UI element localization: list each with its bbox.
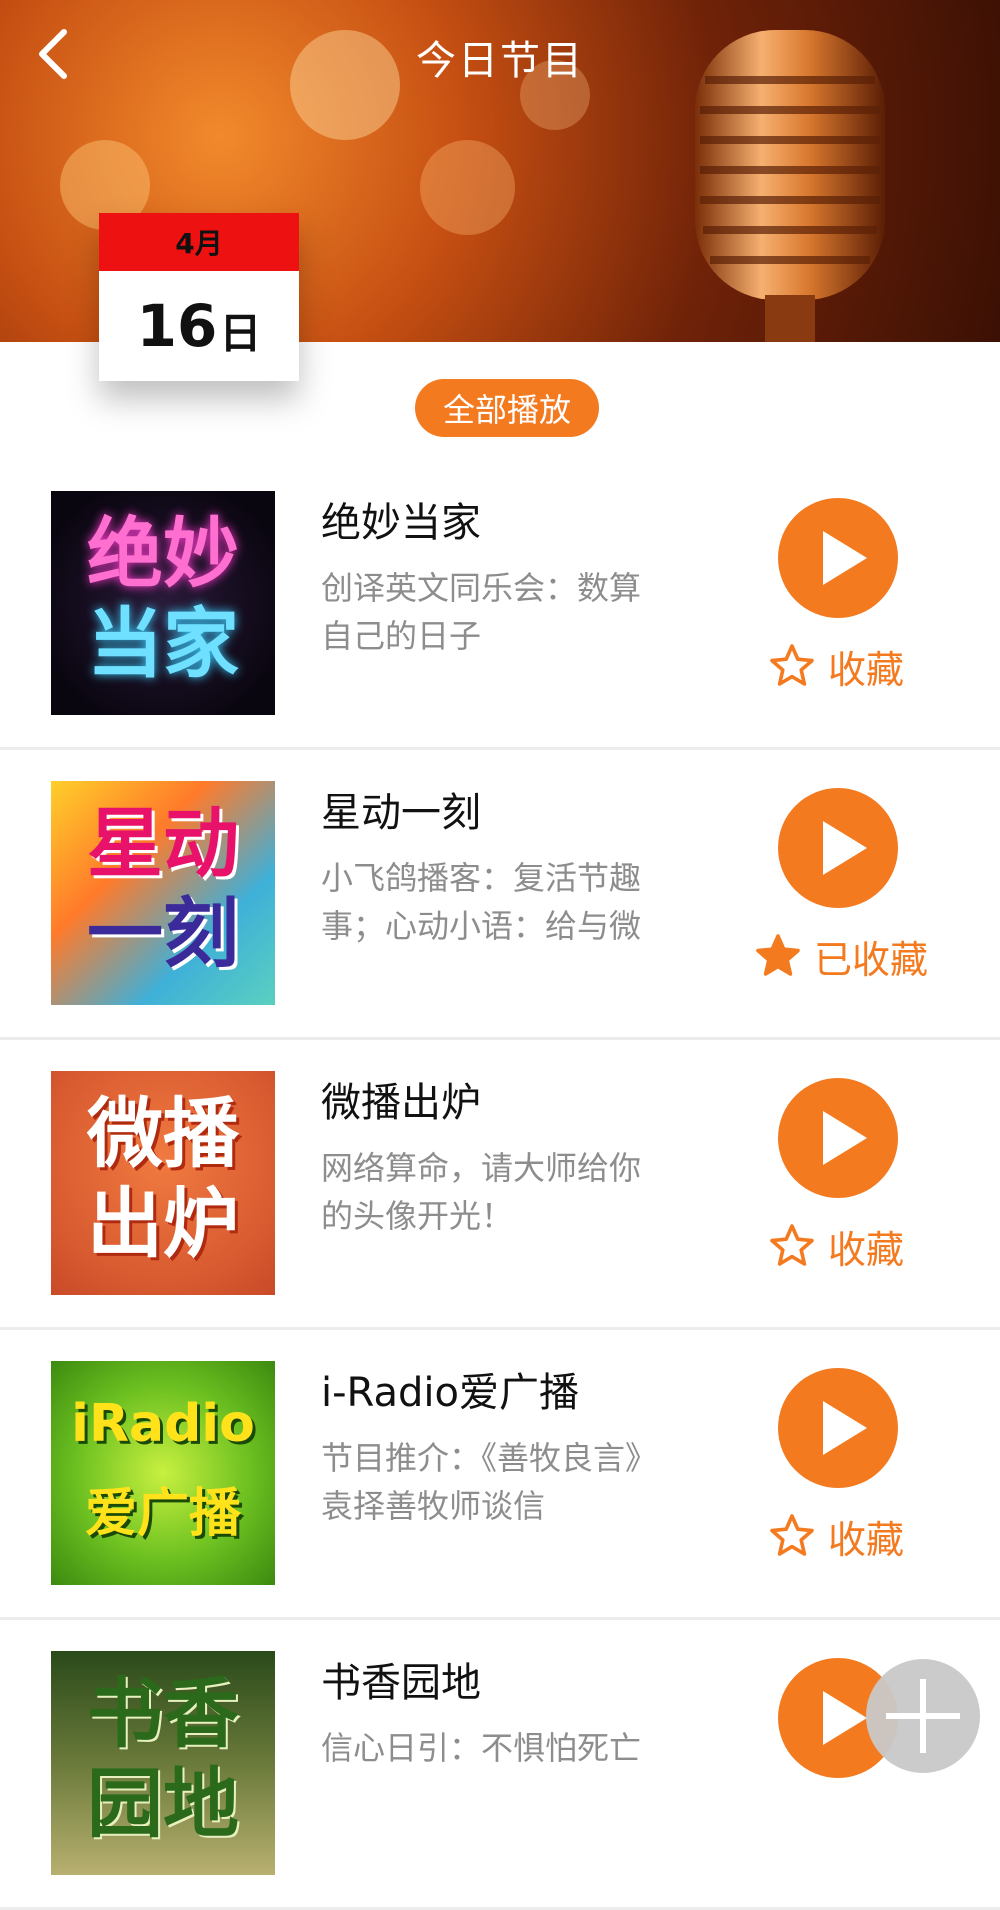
favorite-label: 已收藏	[814, 937, 929, 982]
thumbnail-text: iRadio	[71, 1394, 255, 1454]
program-description: 小飞鸽播客：复活节趣事；心动小语：给与微	[321, 859, 642, 945]
play-icon	[823, 531, 867, 585]
thumbnail-text: 微播	[87, 1089, 239, 1178]
thumbnail-text: 爱广播	[84, 1484, 241, 1544]
add-fab-button[interactable]	[866, 1659, 980, 1773]
star-outline-icon	[770, 644, 814, 686]
favorite-button[interactable]: 收藏	[768, 1510, 904, 1562]
program-description: 网络算命，请大师给你的头像开光！	[321, 1149, 642, 1235]
program-title: i-Radio爱广播	[321, 1370, 579, 1416]
program-item[interactable]: 微播 出炉 微播出炉 网络算命，请大师给你的头像开光！ 收藏	[0, 1040, 1000, 1330]
program-title: 星动一刻	[321, 790, 481, 836]
program-item[interactable]: iRadio 爱广播 i-Radio爱广播 节目推介：《善牧良言》袁择善牧师谈信…	[0, 1330, 1000, 1620]
thumbnail-text: 绝妙	[87, 509, 239, 598]
favorite-label: 收藏	[828, 1227, 905, 1272]
play-button[interactable]	[778, 788, 898, 908]
program-thumbnail: 微播 出炉	[51, 1071, 275, 1295]
program-thumbnail: 绝妙 当家	[51, 491, 275, 715]
program-item[interactable]: 星动 一刻 星动一刻 小飞鸽播客：复活节趣事；心动小语：给与微 已收藏	[0, 750, 1000, 1040]
play-all-button[interactable]: 全部播放	[415, 379, 599, 437]
program-description: 节目推介：《善牧良言》袁择善牧师谈信	[321, 1439, 658, 1525]
play-icon	[823, 1111, 867, 1165]
program-title: 书香园地	[321, 1660, 481, 1706]
program-thumbnail: 书香 园地	[51, 1651, 275, 1875]
favorite-button[interactable]: 收藏	[768, 640, 904, 692]
play-icon	[823, 1691, 867, 1745]
program-description: 创译英文同乐会：数算自己的日子	[321, 569, 642, 655]
program-thumbnail: 星动 一刻	[51, 781, 275, 1005]
calendar-day: 16 日	[99, 271, 299, 381]
play-button[interactable]	[778, 1078, 898, 1198]
thumbnail-text: 星动	[87, 799, 239, 888]
program-description: 信心日引：不惧怕死亡	[321, 1729, 642, 1767]
program-title: 绝妙当家	[321, 500, 481, 546]
thumbnail-text: 书香	[87, 1669, 239, 1758]
calendar-day-unit: 日	[219, 308, 262, 358]
bokeh-light	[420, 140, 515, 235]
star-outline-icon	[770, 1224, 814, 1266]
play-button[interactable]	[778, 1368, 898, 1488]
play-icon	[823, 1401, 867, 1455]
program-list: 绝妙 当家 绝妙当家 创译英文同乐会：数算自己的日子 收藏 星动 一刻 星动一刻…	[0, 460, 1000, 1910]
favorite-button[interactable]: 收藏	[768, 1220, 904, 1272]
star-filled-icon	[756, 934, 800, 976]
thumbnail-text: 出炉	[87, 1179, 239, 1268]
favorite-label: 收藏	[828, 1517, 905, 1562]
calendar-day-number: 16	[136, 292, 218, 360]
program-thumbnail: iRadio 爱广播	[51, 1361, 275, 1585]
play-button[interactable]	[778, 498, 898, 618]
thumbnail-text: 园地	[87, 1759, 239, 1848]
favorite-label: 收藏	[828, 647, 905, 692]
favorite-button[interactable]: 已收藏	[754, 930, 928, 982]
thumbnail-text: 当家	[87, 599, 239, 688]
thumbnail-text: 一刻	[87, 889, 239, 978]
program-item[interactable]: 书香 园地 书香园地 信心日引：不惧怕死亡	[0, 1620, 1000, 1910]
play-icon	[823, 821, 867, 875]
program-title: 微播出炉	[321, 1080, 481, 1126]
date-calendar: 4月 16 日	[99, 213, 299, 381]
calendar-month: 4月	[99, 213, 299, 271]
program-item[interactable]: 绝妙 当家 绝妙当家 创译英文同乐会：数算自己的日子 收藏	[0, 460, 1000, 750]
star-outline-icon	[770, 1514, 814, 1556]
page-title: 今日节目	[416, 38, 584, 84]
